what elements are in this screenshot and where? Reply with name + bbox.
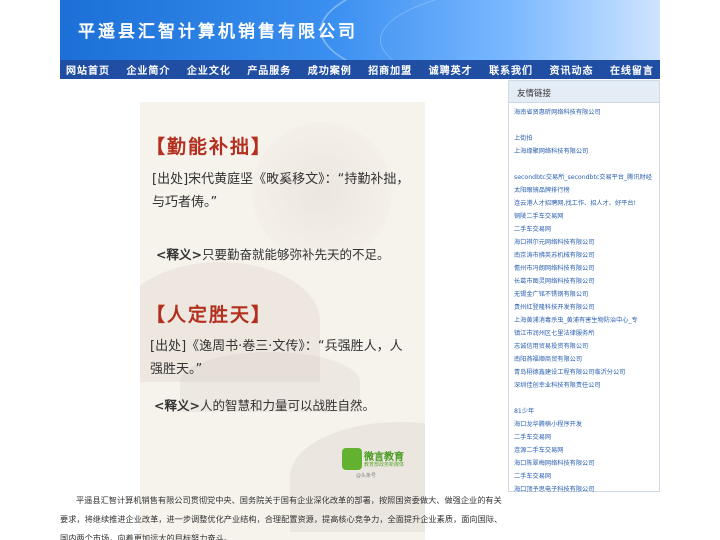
friend-link[interactable]: 青岛栩德鑫建设工程有限公司临沂分公司 xyxy=(514,366,659,379)
header-banner: 平遥县汇智计算机销售有限公司 xyxy=(60,0,660,60)
friend-link[interactable]: secondbtc交易所_secondbtc交易平台_腾讯财经 xyxy=(514,171,659,184)
friend-links-title: 友情链接 xyxy=(509,81,659,103)
idiom-source-1: [出处]宋代黄庭坚《畋奚移文》：“持勤补拙， 与巧者俦。” xyxy=(152,172,410,210)
company-title: 平遥县汇智计算机销售有限公司 xyxy=(78,22,358,42)
main-content: 【勤能补拙】 [出处]宋代黄庭坚《畋奚移文》：“持勤补拙， 与巧者俦。” <释义… xyxy=(60,80,508,540)
friend-link[interactable]: 81少年 xyxy=(514,405,659,418)
friend-link[interactable]: 太阳眼镜品牌排行榜 xyxy=(514,184,659,197)
friend-links-list: 海南省贤惠昕网络科技有限公司 上街拍 上海缘聚网络科技有限公司 secondbtc交易… xyxy=(509,103,659,496)
friend-link[interactable]: 深圳佳创幸业科技有限责任公司 xyxy=(514,379,659,392)
nav-item-culture[interactable]: 企业文化 xyxy=(187,62,231,77)
friend-link[interactable]: 连源二手车交易网 xyxy=(514,444,659,457)
list-spacer xyxy=(514,119,659,132)
idiom-source-2: [出处]《逸周书·卷三·文传》：“兵强胜人，人 强胜天。” xyxy=(150,339,403,377)
friend-link[interactable]: 海口顶予思电子科技有限公司 xyxy=(514,483,659,496)
idiom-meaning-2: <释义>人的智慧和力量可以战胜自然。 xyxy=(154,398,375,413)
friend-link[interactable]: 铜陵二手车交易网 xyxy=(514,210,659,223)
friend-link[interactable]: 二手车交易网 xyxy=(514,431,659,444)
watermark-logo: 微言教育 教育部政务新媒体 @头条号 xyxy=(342,448,422,479)
friend-link[interactable]: 二手车交易网 xyxy=(514,223,659,236)
idiom-title-2: 【人定胜天】 xyxy=(146,304,273,326)
friend-link[interactable]: 无锡金广铭不锈钢有限公司 xyxy=(514,288,659,301)
nav-item-about[interactable]: 企业简介 xyxy=(126,62,170,77)
nav-item-message[interactable]: 在线留言 xyxy=(610,62,654,77)
friend-link[interactable]: 儋州市冯朗网络科技有限公司 xyxy=(514,262,659,275)
friend-link[interactable]: 海口陈翠梅网络科技有限公司 xyxy=(514,457,659,470)
idiom-title-1: 【勤能补拙】 xyxy=(146,136,273,158)
friend-link[interactable]: 上海黄浦消毒杀虫_黄浦有害生物防治中心_专 xyxy=(514,314,659,327)
banner-wave-decoration xyxy=(380,0,660,60)
nav-item-products[interactable]: 产品服务 xyxy=(247,62,291,77)
friend-link[interactable]: 海口祺尔元网络科技有限公司 xyxy=(514,236,659,249)
nav-item-home[interactable]: 网站首页 xyxy=(66,62,110,77)
list-spacer xyxy=(514,158,659,171)
friend-link[interactable]: 南京涛市拂英苏机械有限公司 xyxy=(514,249,659,262)
friend-link[interactable]: 上海缘聚网络科技有限公司 xyxy=(514,145,659,158)
friend-link[interactable]: 贵州红登隆科技开发有限公司 xyxy=(514,301,659,314)
nav-item-contact[interactable]: 联系我们 xyxy=(489,62,533,77)
friend-link[interactable]: 志诚信用贸易投资有限公司 xyxy=(514,340,659,353)
friend-link[interactable]: 海南省贤惠昕网络科技有限公司 xyxy=(514,106,659,119)
main-nav: 网站首页 企业简介 企业文化 产品服务 成功案例 招商加盟 诚聘英才 联系我们 … xyxy=(60,60,660,79)
nav-item-cases[interactable]: 成功案例 xyxy=(308,62,352,77)
nav-item-franchise[interactable]: 招商加盟 xyxy=(368,62,412,77)
friend-link[interactable]: 长葛市图灵网络科技有限公司 xyxy=(514,275,659,288)
friend-link[interactable]: 镇江市润州区七里法律服务所 xyxy=(514,327,659,340)
friend-link[interactable]: 上街拍 xyxy=(514,132,659,145)
friend-link[interactable]: 南阳燕福顺商贸有限公司 xyxy=(514,353,659,366)
idiom-meaning-1: <释义>只要勤奋就能够弥补先天的不足。 xyxy=(156,247,390,262)
company-description: 平遥县汇智计算机销售有限公司贯彻党中央、国务院关于国有企业深化改革的部署，按照国… xyxy=(60,495,503,540)
friend-link[interactable]: 连云港人才招聘网,找工作、招人才、好平台! xyxy=(514,197,659,210)
nav-item-news[interactable]: 资讯动态 xyxy=(550,62,594,77)
leaf-logo-icon xyxy=(342,448,362,470)
friend-link[interactable]: 海口龙华腾楠小程序开发 xyxy=(514,418,659,431)
nav-item-careers[interactable]: 诚聘英才 xyxy=(429,62,473,77)
friend-link[interactable]: 二手车交易网 xyxy=(514,470,659,483)
list-spacer xyxy=(514,392,659,405)
friend-links-panel: 友情链接 海南省贤惠昕网络科技有限公司 上街拍 上海缘聚网络科技有限公司 second… xyxy=(508,80,660,493)
page: 平遥县汇智计算机销售有限公司 网站首页 企业简介 企业文化 产品服务 成功案例 … xyxy=(0,0,720,540)
